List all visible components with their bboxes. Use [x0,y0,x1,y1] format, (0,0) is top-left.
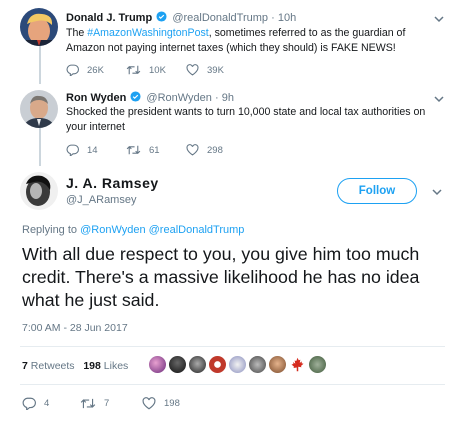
tweet-text: The #AmazonWashingtonPost, sometimes ref… [66,26,426,56]
tweet-actions: 26K 10K 39K [66,64,246,76]
reply-count: 26K [87,64,104,76]
like-action[interactable]: 298 [186,144,246,156]
reply-icon [66,64,79,76]
hashtag-link[interactable]: #AmazonWashingtonPost [87,27,209,39]
like-icon [186,64,199,76]
tweet-text-start: The [66,27,88,39]
main-tweet-text: With all due respect to you, you give hi… [22,244,420,310]
like-icon [142,397,156,410]
tweet-actions: 4 7 198 [22,397,204,410]
separator-dot: · [271,12,275,24]
tweet-text: Shocked the president wants to turn 10,0… [66,106,426,133]
retweet-count: 10K [149,64,166,76]
retweet-icon [126,145,141,155]
liker-avatar[interactable] [308,355,327,374]
liker-avatar[interactable] [248,355,267,374]
like-count: 298 [207,144,223,156]
like-count: 39K [207,64,224,76]
chevron-down-icon[interactable] [433,93,445,105]
author-handle[interactable]: @J_ARamsey [66,194,136,206]
liker-avatar[interactable] [188,355,207,374]
reply-count: 4 [44,398,50,409]
tweet-time[interactable]: 9h [222,92,234,104]
retweet-icon [126,65,141,75]
reply-action[interactable]: 26K [66,64,126,76]
liker-avatars[interactable] [148,355,328,374]
liker-avatar[interactable] [288,355,307,374]
like-action[interactable]: 39K [186,64,246,76]
retweet-action[interactable]: 7 [80,397,142,410]
engagement-stats: 7 Retweets 198 Likes [22,360,128,372]
liker-avatar[interactable] [148,355,167,374]
author-handle[interactable]: @RonWyden [146,92,211,104]
retweet-icon [80,398,96,409]
retweets-stat-count: 7 [22,360,28,372]
tweet-timestamp[interactable]: 7:00 AM - 28 Jun 2017 [22,322,128,334]
tweet-header: Donald J. Trump @realDonaldTrump · 10h [66,11,296,24]
tweet-wyden[interactable]: Ron Wyden @RonWyden · 9h Shocked the pre… [0,84,465,166]
avatar[interactable] [20,90,58,128]
reply-count: 14 [87,144,98,156]
retweets-stat-label: Retweets [30,360,75,372]
reply-action[interactable]: 14 [66,144,126,156]
replying-to-label: Replying to [22,224,81,236]
replying-to-users[interactable]: @RonWyden @realDonaldTrump [80,224,244,236]
author-name[interactable]: Ron Wyden [66,92,126,104]
liker-avatar[interactable] [208,355,227,374]
tweet-trump[interactable]: Donald J. Trump @realDonaldTrump · 10h T… [0,0,465,84]
divider [20,346,445,347]
follow-button[interactable]: Follow [337,178,417,204]
likes-stat-count: 198 [83,360,101,372]
like-action[interactable]: 198 [142,397,204,410]
replying-to: Replying to @RonWyden @realDonaldTrump [22,224,244,236]
likes-stat-label: Likes [103,360,129,372]
retweet-action[interactable]: 61 [126,144,186,156]
likes-stat[interactable]: 198 Likes [83,360,128,372]
chevron-down-icon[interactable] [431,186,443,198]
divider [20,384,445,385]
retweets-stat[interactable]: 7 Retweets [22,360,75,372]
like-icon [186,144,199,156]
tweet-time[interactable]: 10h [278,12,296,24]
verified-icon [130,91,141,102]
reply-icon [22,397,36,410]
author-name[interactable]: Donald J. Trump [66,12,152,24]
chevron-down-icon[interactable] [433,13,445,25]
reply-action[interactable]: 4 [22,397,80,410]
separator-dot: · [214,92,219,104]
tweet-actions: 14 61 298 [66,144,246,156]
avatar[interactable] [20,8,58,46]
retweet-count: 61 [149,144,160,156]
avatar[interactable] [20,172,58,210]
reply-icon [66,144,79,156]
author-handle[interactable]: @realDonaldTrump [172,12,268,24]
retweet-action[interactable]: 10K [126,64,186,76]
liker-avatar[interactable] [168,355,187,374]
verified-icon [156,11,167,22]
liker-avatar[interactable] [228,355,247,374]
author-name[interactable]: J. A. Ramsey [66,175,159,191]
like-count: 198 [164,398,180,409]
retweet-count: 7 [104,398,110,409]
liker-avatar[interactable] [268,355,287,374]
maple-leaf-icon [291,357,304,372]
tweet-header: Ron Wyden @RonWyden · 9h [66,91,234,104]
